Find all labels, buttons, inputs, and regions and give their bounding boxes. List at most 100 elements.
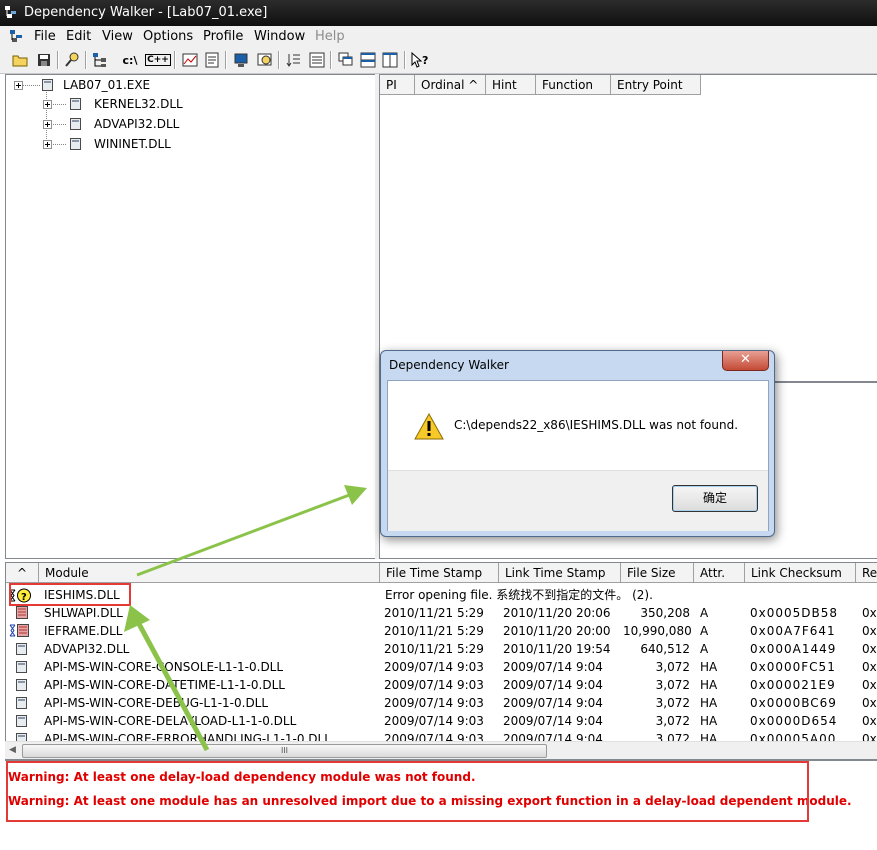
col-file-size[interactable]: File Size	[621, 563, 694, 583]
module-name: SHLWAPI.DLL	[44, 606, 123, 620]
real-checksum: 0x	[862, 624, 877, 638]
expand-toggle[interactable]	[43, 140, 52, 149]
external-viewer-icon[interactable]	[255, 50, 275, 70]
module-list-pane[interactable]: ^ Module File Time Stamp Link Time Stamp…	[5, 562, 877, 760]
col-function[interactable]: Function	[536, 75, 611, 95]
menu-file[interactable]: File	[34, 29, 56, 44]
menu-options[interactable]: Options	[143, 29, 193, 44]
import-function-pane[interactable]: PI Ordinal ^ Hint Function Entry Point	[379, 74, 877, 382]
toolbar-separator	[278, 51, 280, 69]
col-re[interactable]: Re	[856, 563, 877, 583]
undecorate-cpp-button[interactable]: C++	[145, 50, 171, 70]
toolbar-separator	[174, 51, 176, 69]
tree-root-item[interactable]: LAB07_01.EXE	[63, 76, 150, 94]
open-icon[interactable]	[10, 50, 30, 70]
link-checksum: 0x0005DB58	[750, 606, 839, 620]
file-size: 3,072	[655, 696, 690, 710]
error-dialog[interactable]: Dependency Walker ✕ C:\depends22_x86\IES…	[380, 350, 775, 537]
col-ordinal[interactable]: Ordinal ^	[415, 75, 486, 95]
properties-icon[interactable]	[202, 50, 222, 70]
svg-text:?: ?	[422, 54, 428, 67]
scrollbar-thumb[interactable]: III	[22, 744, 547, 758]
system-info-icon[interactable]	[231, 50, 251, 70]
module-icon	[16, 679, 27, 691]
table-row[interactable]: IEFRAME.DLL 2010/11/21 5:29 2010/11/20 2…	[6, 622, 877, 640]
ok-button[interactable]: 确定	[672, 485, 758, 512]
col-entry-point[interactable]: Entry Point	[611, 75, 701, 95]
toolbar: c:\ C++ ?	[0, 47, 877, 74]
expand-toggle[interactable]	[43, 120, 52, 129]
expand-toggle[interactable]	[43, 100, 52, 109]
menu-profile[interactable]: Profile	[203, 29, 243, 44]
file-size: 3,072	[655, 714, 690, 728]
module-name: API-MS-WIN-CORE-DATETIME-L1-1-0.DLL	[44, 678, 285, 692]
table-row[interactable]: API-MS-WIN-CORE-DEBUG-L1-1-0.DLL 2009/07…	[6, 694, 877, 712]
table-row[interactable]: ADVAPI32.DLL 2010/11/21 5:29 2010/11/20 …	[6, 640, 877, 658]
menu-edit[interactable]: Edit	[66, 29, 91, 44]
link-checksum: 0x000A1449	[750, 642, 837, 656]
link-time-stamp: 2009/07/14 9:04	[503, 660, 603, 674]
menu-help[interactable]: Help	[315, 29, 345, 44]
module-name: API-MS-WIN-CORE-DELAYLOAD-L1-1-0.DLL	[44, 714, 297, 728]
module-icon	[70, 98, 81, 110]
real-checksum: 0x	[862, 696, 877, 710]
attributes: HA	[700, 714, 718, 728]
link-checksum: 0x0000D654	[750, 714, 838, 728]
save-icon[interactable]	[34, 50, 54, 70]
real-checksum: 0x	[862, 660, 877, 674]
table-row[interactable]: API-MS-WIN-CORE-CONSOLE-L1-1-0.DLL 2009/…	[6, 658, 877, 676]
delay-load-error-icon	[9, 624, 29, 637]
menu-window[interactable]: Window	[254, 29, 305, 44]
col-hint[interactable]: Hint	[486, 75, 536, 95]
annotation-highlight-module	[9, 583, 131, 606]
col-file-time-stamp[interactable]: File Time Stamp	[380, 563, 499, 583]
tree-icon[interactable]	[90, 50, 110, 70]
module-icon	[16, 661, 27, 673]
annotation-highlight-log	[6, 761, 809, 822]
tree-item-wininet[interactable]: WININET.DLL	[94, 135, 171, 153]
menu-view[interactable]: View	[102, 29, 133, 44]
collapse-toggle[interactable]	[14, 81, 23, 90]
horizontal-scrollbar[interactable]: ◀ III	[5, 741, 877, 759]
col-link-checksum[interactable]: Link Checksum	[745, 563, 856, 583]
sort-icon[interactable]	[284, 50, 304, 70]
file-size: 3,072	[655, 678, 690, 692]
table-row[interactable]: ? IESHIMS.DLL Error opening file. 系统找不到指…	[6, 586, 877, 604]
col-attr[interactable]: Attr.	[694, 563, 745, 583]
tile-horizontal-icon[interactable]	[358, 50, 378, 70]
tree-item-kernel32[interactable]: KERNEL32.DLL	[94, 95, 183, 113]
warning-icon	[414, 413, 444, 440]
chart-icon[interactable]	[180, 50, 200, 70]
find-icon[interactable]	[62, 50, 82, 70]
real-checksum: 0x	[862, 678, 877, 692]
link-time-stamp: 2010/11/20 19:54	[503, 642, 611, 656]
col-pi[interactable]: PI	[380, 75, 415, 95]
dialog-body: C:\depends22_x86\IESHIMS.DLL was not fou…	[387, 380, 769, 531]
module-error: Error opening file. 系统找不到指定的文件。 (2).	[385, 588, 653, 602]
col-module[interactable]: Module	[39, 563, 380, 583]
module-icon	[70, 118, 81, 130]
cascade-icon[interactable]	[336, 50, 356, 70]
full-paths-button[interactable]: c:\	[120, 50, 140, 70]
dialog-title: Dependency Walker	[389, 358, 509, 372]
table-row[interactable]: API-MS-WIN-CORE-DATETIME-L1-1-0.DLL 2009…	[6, 676, 877, 694]
attributes: A	[700, 606, 709, 620]
link-checksum: 0x00A7F641	[750, 624, 836, 638]
table-row[interactable]: API-MS-WIN-CORE-DELAYLOAD-L1-1-0.DLL 200…	[6, 712, 877, 730]
real-checksum: 0x	[862, 714, 877, 728]
window-title: Dependency Walker - [Lab07_01.exe]	[24, 5, 268, 20]
list-icon[interactable]	[307, 50, 327, 70]
file-time-stamp: 2009/07/14 9:03	[384, 696, 484, 710]
table-row[interactable]: SHLWAPI.DLL 2010/11/21 5:29 2010/11/20 2…	[6, 604, 877, 622]
context-help-icon[interactable]: ?	[410, 50, 430, 70]
tile-vertical-icon[interactable]	[380, 50, 400, 70]
dialog-close-button[interactable]: ✕	[722, 351, 769, 371]
document-icon[interactable]	[10, 30, 24, 43]
module-tree-pane[interactable]: LAB07_01.EXE KERNEL32.DLL ADVAPI32.DLL W…	[5, 74, 376, 559]
attributes: HA	[700, 660, 718, 674]
scroll-left-icon[interactable]: ◀	[9, 745, 16, 755]
file-time-stamp: 2010/11/21 5:29	[384, 624, 484, 638]
col-link-time-stamp[interactable]: Link Time Stamp	[499, 563, 621, 583]
tree-item-advapi32[interactable]: ADVAPI32.DLL	[94, 115, 179, 133]
col-sort[interactable]: ^	[6, 563, 39, 583]
